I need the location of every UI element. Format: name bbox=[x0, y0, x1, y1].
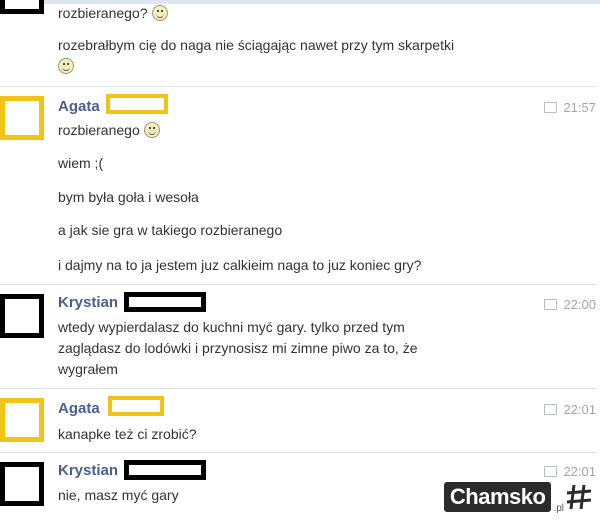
timestamp: 22:01 bbox=[544, 464, 596, 479]
message-line: a jak sie gra w takiego rozbieranego bbox=[58, 222, 283, 238]
timestamp: 22:01 bbox=[544, 402, 596, 417]
smiley-icon bbox=[58, 58, 74, 74]
divider bbox=[0, 452, 598, 453]
message-icon bbox=[544, 404, 558, 415]
message-line: kanapke też ci zrobić? bbox=[58, 426, 197, 442]
hash-logo-icon bbox=[566, 484, 592, 510]
watermark-suffix: .pl bbox=[553, 503, 564, 514]
sender-name[interactable]: Krystian bbox=[58, 294, 118, 311]
smiley-icon bbox=[143, 122, 160, 138]
redacted-surname bbox=[108, 396, 164, 416]
avatar[interactable] bbox=[0, 398, 44, 442]
watermark-text: Chamsko bbox=[443, 482, 552, 512]
divider bbox=[0, 284, 598, 285]
message-icon bbox=[544, 466, 558, 477]
message-line: bym była goła i wesoła bbox=[58, 189, 199, 205]
watermark-logo: Chamsko .pl bbox=[443, 480, 594, 514]
divider bbox=[0, 388, 598, 389]
message-line bbox=[58, 56, 74, 76]
redacted-surname bbox=[124, 460, 206, 480]
avatar[interactable] bbox=[0, 294, 44, 338]
sender-name[interactable]: Krystian bbox=[58, 462, 118, 479]
message-line: zaglądasz do lodówki i przynosisz mi zim… bbox=[58, 340, 418, 356]
message-icon bbox=[544, 299, 558, 310]
redacted-surname bbox=[124, 292, 206, 312]
avatar[interactable] bbox=[0, 96, 44, 140]
avatar[interactable] bbox=[0, 462, 44, 506]
timestamp: 21:57 bbox=[544, 100, 596, 115]
sender-name[interactable]: Agata bbox=[58, 400, 100, 417]
message-line: wtedy wypierdalasz do kuchni myć gary. t… bbox=[58, 319, 405, 335]
message-line: rozbieranego bbox=[58, 120, 160, 140]
avatar bbox=[0, 0, 44, 14]
message-line: wiem ;( bbox=[58, 155, 104, 171]
message-icon bbox=[544, 102, 558, 113]
divider bbox=[0, 86, 598, 87]
message-line: rozbieranego? bbox=[58, 3, 168, 23]
message-line: nie, masz myć gary bbox=[58, 487, 179, 503]
timestamp: 22:00 bbox=[544, 297, 596, 312]
smiley-icon bbox=[151, 5, 168, 21]
message-line: i dajmy na to ja jestem juz calkieim nag… bbox=[58, 257, 422, 273]
message-line: rozebrałbym cię do naga nie ściągając na… bbox=[58, 37, 455, 53]
message-line: wygrałem bbox=[58, 361, 118, 377]
sender-name[interactable]: Agata bbox=[58, 98, 100, 115]
redacted-surname bbox=[106, 94, 168, 114]
